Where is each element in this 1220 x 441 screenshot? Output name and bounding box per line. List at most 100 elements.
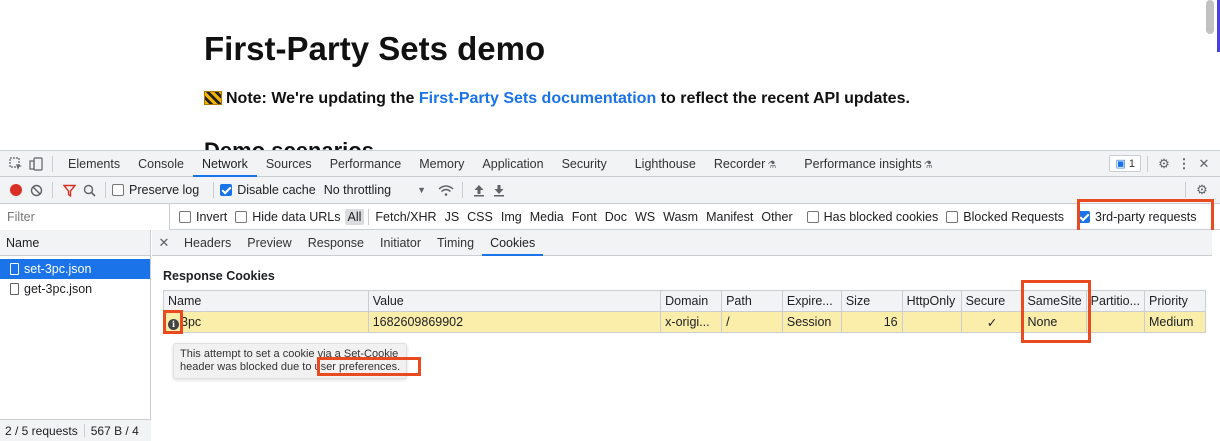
- preserve-log-checkbox[interactable]: Preserve log: [112, 183, 199, 197]
- filter-icon[interactable]: [59, 180, 79, 200]
- filter-type-media[interactable]: Media: [526, 210, 568, 224]
- page-heading-partial: Demo scenarios: [204, 138, 374, 150]
- column-path[interactable]: Path: [721, 290, 783, 312]
- tab-recorder[interactable]: Recorder ⚗: [705, 151, 785, 177]
- experiment-icon: ⚗: [767, 159, 777, 171]
- cookie-expires-cell: Session: [781, 311, 842, 333]
- column-secure[interactable]: Secure: [960, 290, 1024, 312]
- cookie-name-cell: i 3pc: [163, 311, 369, 333]
- cookie-path-cell: /: [721, 311, 783, 333]
- tab-response[interactable]: Response: [300, 230, 372, 256]
- tab-application[interactable]: Application: [473, 151, 552, 177]
- column-expires[interactable]: Expire...: [781, 290, 842, 312]
- request-row[interactable]: set-3pc.json: [0, 259, 150, 279]
- network-status-bar: 2 / 5 requests 567 B / 4: [0, 419, 151, 441]
- tab-initiator[interactable]: Initiator: [372, 230, 429, 256]
- third-party-requests-checkbox[interactable]: 3rd-party requests: [1078, 210, 1196, 224]
- column-domain[interactable]: Domain: [660, 290, 723, 312]
- request-row[interactable]: get-3pc.json: [0, 279, 150, 299]
- construction-icon: [204, 91, 222, 105]
- disable-cache-checkbox[interactable]: Disable cache: [220, 183, 316, 197]
- import-har-icon[interactable]: [469, 180, 489, 200]
- settings-gear-icon[interactable]: ⚙: [1154, 154, 1174, 174]
- filter-type-img[interactable]: Img: [497, 210, 526, 224]
- filter-type-font[interactable]: Font: [568, 210, 601, 224]
- blocked-requests-checkbox[interactable]: Blocked Requests: [946, 210, 1064, 224]
- cookie-httponly-cell: [901, 311, 962, 333]
- table-row[interactable]: i 3pc 1682609869902 x-origi... / Session …: [163, 311, 1206, 333]
- page-scrollbar[interactable]: [1206, 0, 1214, 34]
- network-settings-gear-icon[interactable]: ⚙: [1192, 180, 1212, 200]
- message-icon: ▣: [1115, 158, 1126, 170]
- hide-data-urls-checkbox[interactable]: Hide data URLs: [235, 210, 341, 224]
- column-value[interactable]: Value: [367, 290, 662, 312]
- record-button[interactable]: [6, 180, 26, 200]
- tab-cookies[interactable]: Cookies: [482, 230, 544, 256]
- filter-type-js[interactable]: JS: [441, 210, 464, 224]
- blocked-cookie-tooltip: This attempt to set a cookie via a Set-C…: [173, 343, 408, 379]
- inspect-element-icon[interactable]: [6, 154, 26, 174]
- devtools-panel: Elements Console Network Sources Perform…: [0, 150, 1220, 441]
- tab-performance[interactable]: Performance: [321, 151, 411, 177]
- filter-type-wasm[interactable]: Wasm: [659, 210, 702, 224]
- user-preferences-text: user preferences.: [314, 361, 401, 373]
- filter-type-all[interactable]: All: [344, 208, 365, 225]
- column-size[interactable]: Size: [840, 290, 903, 312]
- tab-timing[interactable]: Timing: [429, 230, 482, 256]
- filter-input[interactable]: Filter: [0, 203, 170, 230]
- column-partition[interactable]: Partitio...: [1085, 290, 1146, 312]
- documentation-link[interactable]: First-Party Sets documentation: [419, 90, 656, 107]
- export-har-icon[interactable]: [489, 180, 509, 200]
- cookie-partition-cell: [1085, 311, 1146, 333]
- cookie-size-cell: 16: [840, 311, 903, 333]
- more-options-icon[interactable]: ⋮: [1174, 154, 1194, 174]
- file-icon: [10, 263, 19, 275]
- issues-counter[interactable]: ▣ 1: [1109, 155, 1141, 172]
- cookie-value-cell: 1682609869902: [367, 311, 662, 333]
- column-samesite[interactable]: SameSite: [1022, 290, 1087, 312]
- close-devtools-icon[interactable]: ✕: [1194, 154, 1214, 174]
- cookie-domain-cell: x-origi...: [660, 311, 723, 333]
- tab-performance-insights[interactable]: Performance insights ⚗: [795, 151, 941, 177]
- filter-type-ws[interactable]: WS: [631, 210, 659, 224]
- tab-security[interactable]: Security: [553, 151, 616, 177]
- filter-type-css[interactable]: CSS: [463, 210, 497, 224]
- close-detail-icon[interactable]: ✕: [152, 235, 176, 251]
- tab-memory[interactable]: Memory: [410, 151, 473, 177]
- tab-lighthouse[interactable]: Lighthouse: [626, 151, 705, 177]
- tab-console[interactable]: Console: [129, 151, 193, 177]
- tab-headers[interactable]: Headers: [176, 230, 239, 256]
- invert-checkbox[interactable]: Invert: [179, 210, 227, 224]
- column-name[interactable]: Name: [163, 290, 369, 312]
- filter-bar: Filter Invert Hide data URLs All Fetch/X…: [0, 203, 1220, 230]
- has-blocked-cookies-checkbox[interactable]: Has blocked cookies: [806, 210, 938, 224]
- clear-icon[interactable]: [26, 180, 46, 200]
- filter-type-doc[interactable]: Doc: [601, 210, 631, 224]
- request-list: Name set-3pc.json get-3pc.json 2 / 5 req…: [0, 230, 151, 441]
- filter-type-fetch-xhr[interactable]: Fetch/XHR: [371, 210, 440, 224]
- cookies-table: Name Value Domain Path Expire... Size Ht…: [163, 290, 1206, 333]
- cookie-priority-cell: Medium: [1144, 311, 1206, 333]
- throttling-select[interactable]: No throttling ▼: [324, 183, 426, 197]
- cookies-table-header: Name Value Domain Path Expire... Size Ht…: [163, 290, 1206, 312]
- column-httponly[interactable]: HttpOnly: [901, 290, 962, 312]
- filter-type-other[interactable]: Other: [757, 210, 796, 224]
- response-cookies-title: Response Cookies: [163, 269, 275, 283]
- device-toolbar-icon[interactable]: [26, 154, 46, 174]
- column-priority[interactable]: Priority: [1144, 290, 1206, 312]
- search-icon[interactable]: [79, 180, 99, 200]
- filter-type-manifest[interactable]: Manifest: [702, 210, 757, 224]
- network-conditions-icon[interactable]: [436, 180, 456, 200]
- detail-tabs: ✕ Headers Preview Response Initiator Tim…: [152, 230, 1220, 256]
- page-content: First-Party Sets demo Note: We're updati…: [0, 0, 1220, 150]
- devtools-tabbar: Elements Console Network Sources Perform…: [0, 151, 1220, 177]
- network-toolbar: Preserve log Disable cache No throttling…: [0, 177, 1220, 204]
- tab-sources[interactable]: Sources: [257, 151, 321, 177]
- tab-elements[interactable]: Elements: [59, 151, 129, 177]
- detail-scrollbar[interactable]: [1212, 230, 1220, 441]
- page-note: Note: We're updating the First-Party Set…: [204, 90, 910, 108]
- tab-network[interactable]: Network: [192, 151, 257, 177]
- info-icon[interactable]: i: [168, 318, 179, 330]
- tab-preview[interactable]: Preview: [239, 230, 299, 256]
- request-list-header[interactable]: Name: [0, 230, 150, 256]
